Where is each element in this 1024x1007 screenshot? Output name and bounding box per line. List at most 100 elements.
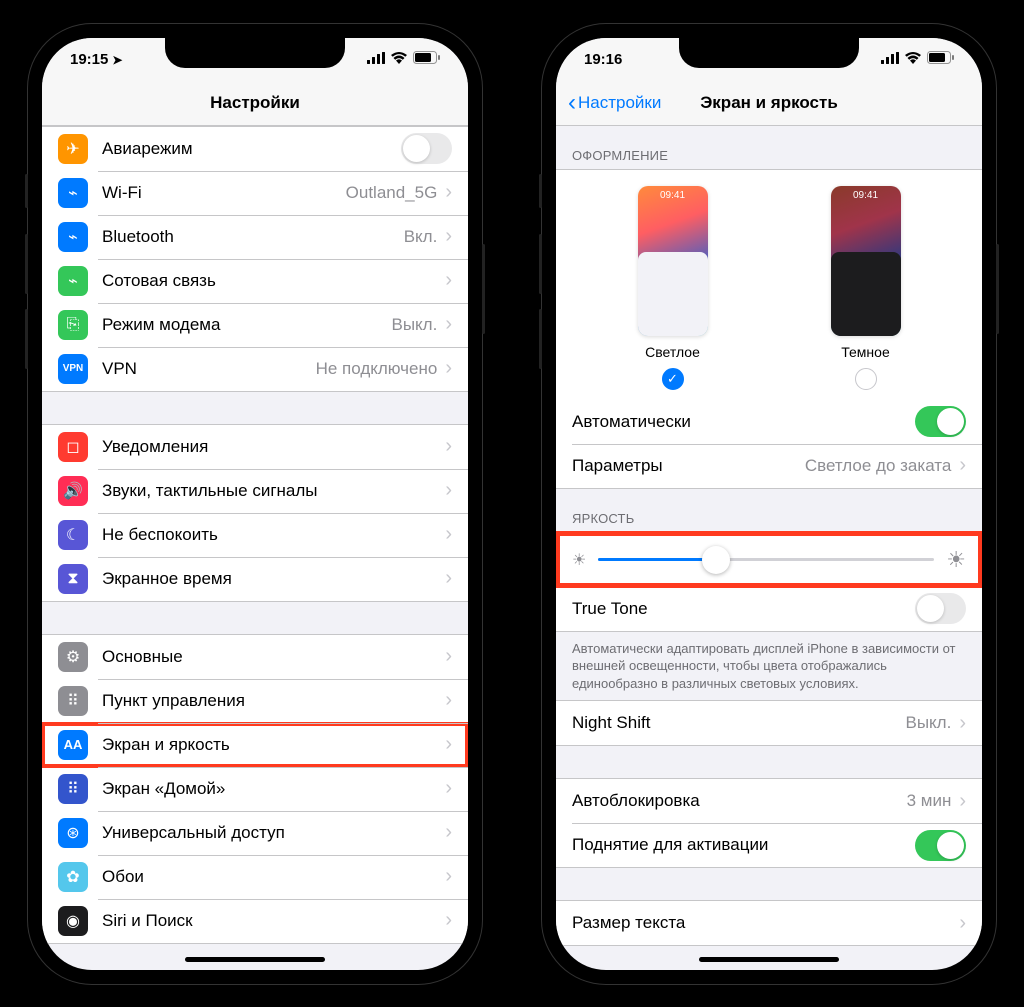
chevron-right-icon: › bbox=[445, 689, 452, 712]
row-label: Bluetooth bbox=[102, 227, 404, 247]
toggle-true-tone[interactable] bbox=[915, 593, 966, 624]
settings-row-экранное-время[interactable]: ⧗Экранное время› bbox=[42, 557, 468, 601]
chevron-right-icon: › bbox=[445, 567, 452, 590]
siri-icon: ◉ bbox=[58, 906, 88, 936]
settings-row-звуки-тактильные-сигналы[interactable]: 🔊Звуки, тактильные сигналы› bbox=[42, 469, 468, 513]
chevron-right-icon: › bbox=[445, 313, 452, 336]
row-true-tone[interactable]: True Tone bbox=[556, 587, 982, 631]
toggle[interactable] bbox=[401, 133, 452, 164]
airplane-icon: ✈ bbox=[58, 134, 88, 164]
row-label: Основные bbox=[102, 647, 445, 667]
row-label: Режим модема bbox=[102, 315, 391, 335]
status-time: 19:16 bbox=[584, 51, 622, 68]
gear-icon: ⚙ bbox=[58, 642, 88, 672]
row-label: Авиарежим bbox=[102, 139, 401, 159]
row-value: Не подключено bbox=[316, 359, 438, 379]
settings-row-обои[interactable]: ✿Обои› bbox=[42, 855, 468, 899]
row-night-shift[interactable]: Night Shift Выкл. › bbox=[556, 701, 982, 745]
battery-icon bbox=[927, 51, 954, 68]
chevron-right-icon: › bbox=[445, 269, 452, 292]
row-value: Outland_5G bbox=[346, 183, 438, 203]
settings-row-основные[interactable]: ⚙Основные› bbox=[42, 635, 468, 679]
row-value: Вкл. bbox=[404, 227, 438, 247]
appearance-option-dark[interactable]: 09:41 Темное bbox=[831, 186, 901, 390]
row-automatic[interactable]: Автоматически bbox=[556, 400, 982, 444]
phone-right: 19:16 ‹ Настройки Экран и яркость bbox=[542, 24, 996, 984]
grid-icon: ⠿ bbox=[58, 774, 88, 804]
chevron-right-icon: › bbox=[445, 523, 452, 546]
row-raise-to-wake[interactable]: Поднятие для активации bbox=[556, 823, 982, 867]
wifi-icon bbox=[905, 51, 921, 68]
chevron-right-icon: › bbox=[445, 733, 452, 756]
battery-icon bbox=[413, 51, 440, 68]
screen-display-brightness: 19:16 ‹ Настройки Экран и яркость bbox=[556, 38, 982, 970]
back-label: Настройки bbox=[578, 93, 661, 113]
settings-row-wi-fi[interactable]: ⌁Wi-FiOutland_5G› bbox=[42, 171, 468, 215]
accessibility-icon: ⊛ bbox=[58, 818, 88, 848]
display-settings-list[interactable]: ОФОРМЛЕНИЕ 09:41 Светлое ✓ 09:41 bbox=[556, 126, 982, 970]
radio-light[interactable]: ✓ bbox=[662, 368, 684, 390]
settings-row-пункт-управления[interactable]: ⠿Пункт управления› bbox=[42, 679, 468, 723]
status-time: 19:15 bbox=[70, 51, 108, 68]
settings-row-авиарежим[interactable]: ✈ Авиарежим bbox=[42, 127, 468, 171]
settings-row-siri-и-поиск[interactable]: ◉Siri и Поиск› bbox=[42, 899, 468, 943]
nav-bar: ‹ Настройки Экран и яркость bbox=[556, 82, 982, 126]
link-icon: ⎘ bbox=[58, 310, 88, 340]
chevron-right-icon: › bbox=[959, 790, 966, 813]
settings-row-bluetooth[interactable]: ⌁ BluetoothВкл. › bbox=[42, 215, 468, 259]
home-indicator[interactable] bbox=[185, 957, 325, 962]
nav-title: Настройки bbox=[210, 93, 300, 113]
chevron-right-icon: › bbox=[445, 357, 452, 380]
nav-title: Экран и яркость bbox=[700, 93, 838, 113]
signal-icon bbox=[881, 51, 899, 68]
signal-icon bbox=[367, 51, 385, 68]
sun-low-icon: ☀ bbox=[572, 550, 586, 570]
row-parameters[interactable]: Параметры Светлое до заката › bbox=[556, 444, 982, 488]
true-tone-hint: Автоматически адаптировать дисплей iPhon… bbox=[556, 632, 982, 701]
settings-row-экран-домой-[interactable]: ⠿ Экран «Домой»› bbox=[42, 767, 468, 811]
row-label: Экран «Домой» bbox=[102, 779, 445, 799]
chevron-right-icon: › bbox=[445, 181, 452, 204]
brightness-slider-row[interactable]: ☀ ☀ bbox=[556, 532, 982, 587]
row-label: Пункт управления bbox=[102, 691, 445, 711]
appearance-thumb-dark: 09:41 bbox=[831, 186, 901, 336]
settings-row-сотовая-связь[interactable]: ⌁Сотовая связь› bbox=[42, 259, 468, 303]
appearance-thumb-light: 09:41 bbox=[638, 186, 708, 336]
row-value: Выкл. bbox=[391, 315, 437, 335]
settings-row-не-беспокоить[interactable]: ☾Не беспокоить› bbox=[42, 513, 468, 557]
settings-row-vpn[interactable]: VPNVPNНе подключено› bbox=[42, 347, 468, 391]
flower-icon: ✿ bbox=[58, 862, 88, 892]
chevron-right-icon: › bbox=[445, 225, 452, 248]
row-auto-lock[interactable]: Автоблокировка 3 мин › bbox=[556, 779, 982, 823]
brightness-slider[interactable] bbox=[598, 558, 934, 561]
antenna-icon: ⌁ bbox=[58, 266, 88, 296]
brightness-header: ЯРКОСТЬ bbox=[556, 489, 982, 532]
location-icon: ➤ bbox=[112, 53, 122, 67]
row-label: Звуки, тактильные сигналы bbox=[102, 481, 445, 501]
settings-list[interactable]: ✈Авиарежим⌁Wi-FiOutland_5G›⌁BluetoothВкл… bbox=[42, 126, 468, 970]
home-indicator[interactable] bbox=[699, 957, 839, 962]
bluetooth-icon: ⌁ bbox=[58, 222, 88, 252]
radio-dark[interactable] bbox=[855, 368, 877, 390]
settings-row-универсальный-доступ[interactable]: ⊛Универсальный доступ› bbox=[42, 811, 468, 855]
wifi-icon: ⌁ bbox=[58, 178, 88, 208]
row-label: VPN bbox=[102, 359, 316, 379]
row-label: Не беспокоить bbox=[102, 525, 445, 545]
sun-high-icon: ☀ bbox=[946, 547, 966, 573]
settings-row-режим-модема[interactable]: ⎘ Режим модемаВыкл. › bbox=[42, 303, 468, 347]
chevron-right-icon: › bbox=[445, 435, 452, 458]
chevron-right-icon: › bbox=[959, 454, 966, 477]
back-button[interactable]: ‹ Настройки bbox=[568, 91, 661, 115]
appearance-option-light[interactable]: 09:41 Светлое ✓ bbox=[638, 186, 708, 390]
settings-row-экран-и-яркость[interactable]: AAЭкран и яркость› bbox=[42, 723, 468, 767]
row-label: Обои bbox=[102, 867, 445, 887]
toggle-automatic[interactable] bbox=[915, 406, 966, 437]
toggle-raise-to-wake[interactable] bbox=[915, 830, 966, 861]
chevron-right-icon: › bbox=[445, 777, 452, 800]
row-text-size[interactable]: Размер текста › bbox=[556, 901, 982, 945]
nav-bar: Настройки bbox=[42, 82, 468, 126]
phone-left: 19:15 ➤ Настройки ✈Авиарежим⌁Wi-FiOutlan… bbox=[28, 24, 482, 984]
settings-row-уведомления[interactable]: ◻Уведомления› bbox=[42, 425, 468, 469]
row-label: Экран и яркость bbox=[102, 735, 445, 755]
chevron-right-icon: › bbox=[959, 712, 966, 735]
